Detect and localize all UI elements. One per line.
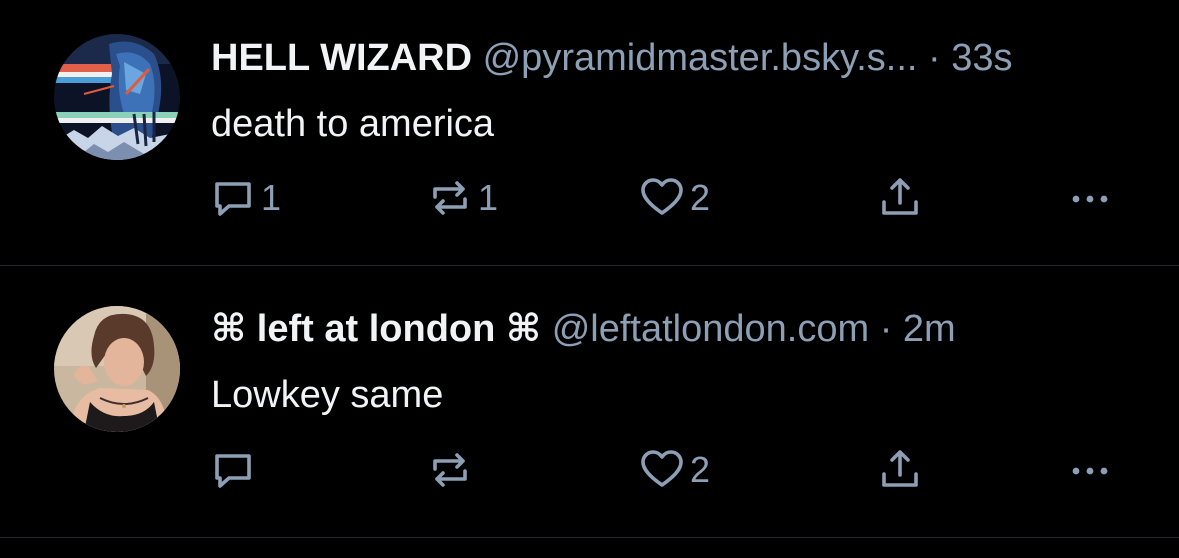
post-actions: 1 1 2 [209,174,1129,222]
post-body-text: death to america [211,103,495,145]
reply-button[interactable] [209,446,261,494]
author-handle[interactable]: @leftatlondon.com [552,308,869,350]
post-header: HELL WIZARD @pyramidmaster.bsky.s... · 3… [211,35,1149,81]
author-handle[interactable]: @pyramidmaster.bsky.s... [483,37,918,79]
like-count: 2 [690,177,711,218]
repost-icon [426,446,474,494]
separator-dot: · [928,37,941,79]
more-icon [1066,174,1114,222]
share-button[interactable] [876,446,924,494]
post-item[interactable]: HELL WIZARD @pyramidmaster.bsky.s... · 3… [0,0,1179,266]
reply-button[interactable]: 1 [209,174,281,222]
post-feed: HELL WIZARD @pyramidmaster.bsky.s... · 3… [0,0,1179,558]
heart-icon [638,174,686,222]
avatar[interactable] [54,34,180,160]
reply-icon [209,174,257,222]
post-timestamp[interactable]: 2m [903,308,956,350]
post-body-text: Lowkey same [211,374,444,416]
more-options-button[interactable] [1066,174,1114,222]
post-actions: 2 [209,446,1129,494]
more-options-button[interactable] [1066,446,1114,494]
share-icon [876,446,924,494]
heart-icon [638,446,686,494]
author-display-name[interactable]: ⌘ left at london ⌘ [211,308,541,350]
reply-count: 1 [261,177,282,218]
share-button[interactable] [876,174,924,222]
separator-dot: · [879,308,893,350]
post-item[interactable]: ⌘ left at london ⌘ @leftatlondon.com · 2… [0,266,1179,537]
repost-count: 1 [478,177,499,218]
reply-icon [209,446,257,494]
portrait-photo-avatar-image [54,306,180,432]
fantasy-art-avatar-image [54,34,180,160]
more-icon [1066,446,1114,494]
repost-button[interactable] [426,446,478,494]
like-button[interactable]: 2 [638,174,710,222]
repost-button[interactable]: 1 [426,174,498,222]
post-header: ⌘ left at london ⌘ @leftatlondon.com · 2… [211,306,1149,352]
post-divider [0,537,1179,538]
like-count: 2 [690,449,711,490]
like-button[interactable]: 2 [638,446,710,494]
avatar[interactable] [54,306,180,432]
post-timestamp[interactable]: 33s [951,37,1012,79]
author-display-name[interactable]: HELL WIZARD [211,37,472,79]
repost-icon [426,174,474,222]
share-icon [876,174,924,222]
